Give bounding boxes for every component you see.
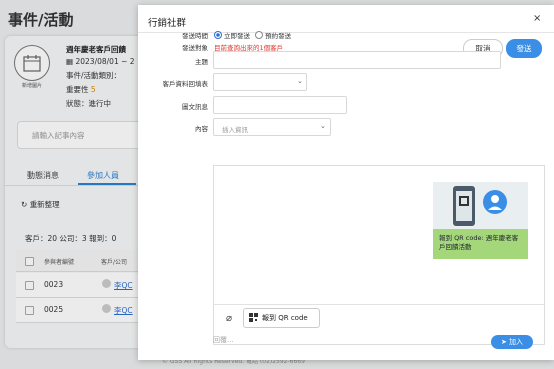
marketing-modal: 行銷社群 × 取消 發送 發送時間 立即發送 預約發送 發送對象 目前查詢出來的… [138,5,554,360]
qr-code-button[interactable]: 報到 QR code [243,308,320,328]
send-arrow-icon: ➤ [500,338,507,346]
send-button[interactable]: 發送 [506,39,542,58]
label-send-target: 發送對象 [182,44,208,52]
chevron-down-icon: ⌄ [297,77,303,85]
label-content: 內容 [195,125,208,133]
label-subject: 主題 [195,58,208,66]
chevron-down-icon: ⌄ [320,122,326,130]
close-icon[interactable]: × [533,13,541,24]
insert-info-select[interactable]: 插入資訊 ⌄ [213,118,331,136]
radio-send-now[interactable]: 立即發送 [214,31,250,40]
add-button-label: 加入 [509,338,524,346]
label-customer-field: 客戶資料回填表 [162,80,209,88]
radio-schedule[interactable]: 預約發送 [255,31,291,40]
label-image-message: 圖文訊息 [182,103,208,111]
qr-phone-illustration-icon [453,186,507,226]
content-editor[interactable]: 報到 QR code: 週年慶老客戶回饋活動 ⌀ 報到 QR code [213,165,545,345]
paperclip-icon[interactable]: ⌀ [226,313,232,324]
qr-code-button-label: 報到 QR code [262,314,308,322]
send-time-radios: 立即發送 預約發送 [214,30,291,40]
qr-label-box: 報到 QR code: 週年慶老客戶回饋活動 [433,229,528,259]
modal-title: 行銷社群 [148,18,187,29]
editor-divider [214,304,544,305]
insert-info-placeholder: 插入資訊 [222,126,248,134]
qr-code-icon [249,313,258,322]
reply-input[interactable]: 回覆... [213,335,234,345]
customer-field-select[interactable]: ⌄ [213,73,307,91]
add-button[interactable]: ➤ 加入 [491,335,533,349]
qr-card-text: 報到 QR code: 週年慶老客戶回饋活動 [439,234,519,251]
image-message-input[interactable] [213,96,347,114]
label-send-time: 發送時間 [182,32,208,40]
subject-input[interactable] [213,51,501,69]
